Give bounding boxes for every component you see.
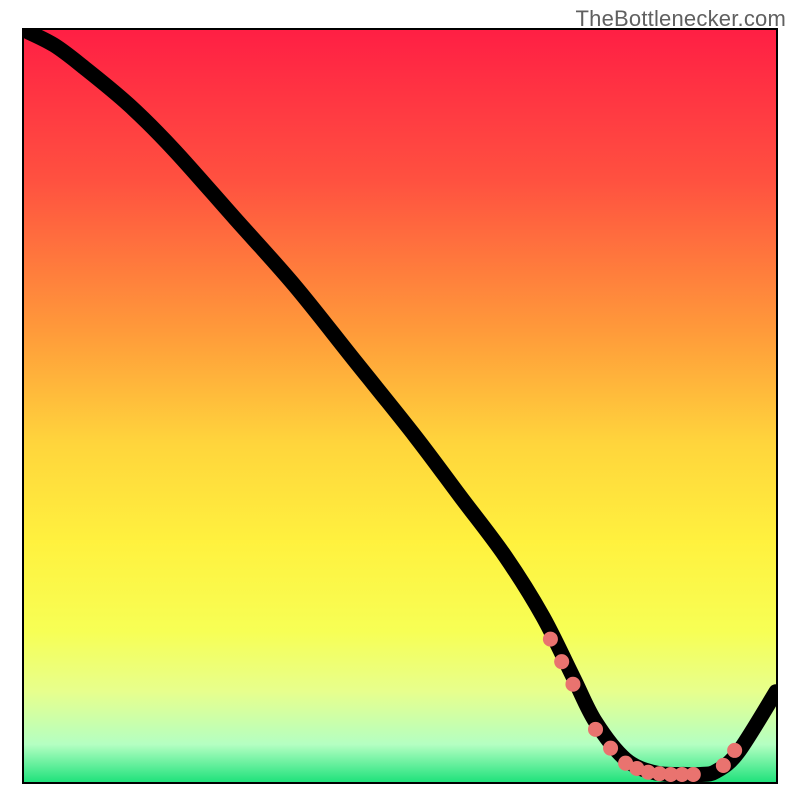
highlight-point	[588, 722, 603, 737]
plot-svg	[24, 30, 776, 782]
highlight-point	[603, 741, 618, 756]
plot-area	[22, 28, 778, 784]
highlight-point	[554, 654, 569, 669]
chart-root: TheBottlenecker.com	[0, 0, 800, 800]
highlight-point	[543, 632, 558, 647]
highlight-markers	[543, 632, 742, 782]
highlight-point	[716, 758, 731, 773]
highlight-point	[565, 677, 580, 692]
bottleneck-curve	[24, 30, 776, 775]
highlight-point	[727, 743, 742, 758]
highlight-point	[686, 767, 701, 782]
